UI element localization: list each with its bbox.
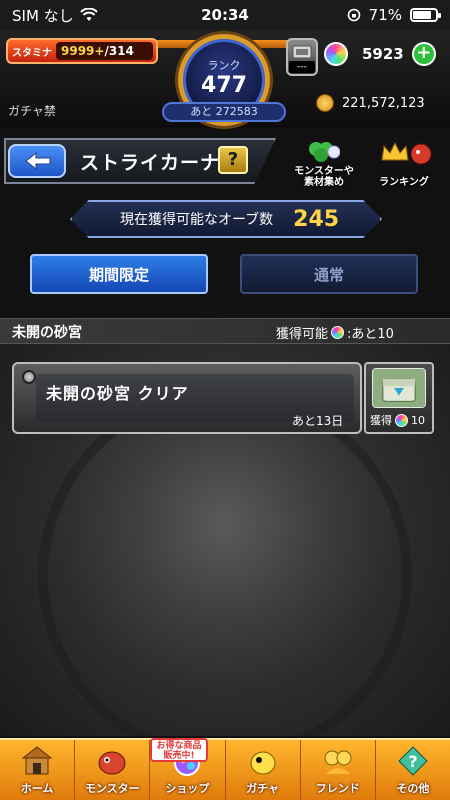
collect-monsters-button[interactable]: モンスターや 素材集め	[290, 140, 358, 188]
nav-monster-label: モンスター	[84, 782, 140, 795]
nav-home[interactable]: ホーム	[0, 740, 76, 800]
treasure-box-icon	[372, 368, 426, 408]
rank-value: 477	[201, 73, 247, 98]
availability-prefix: 獲得可能	[276, 327, 329, 342]
gacha-ban-label: ガチャ禁	[8, 104, 56, 118]
tab-limited-time[interactable]: 期間限定	[30, 254, 208, 294]
crown-icon	[381, 141, 409, 161]
battery-icon	[410, 8, 441, 22]
nav-gacha-label: ガチャ	[246, 782, 280, 795]
quest-title: 未開の砂宮 クリア	[46, 384, 189, 403]
availability-suffix: :あと10	[347, 327, 394, 342]
nav-other-label: その他	[396, 782, 430, 795]
tab-normal[interactable]: 通常	[240, 254, 418, 294]
nav-shop-label: ショップ	[165, 782, 210, 795]
nav-friend-label: フレンド	[315, 782, 360, 795]
top-hud: スタミナ 9999+ /314 ランク 477 あと 272583 ガチャ禁 -…	[0, 30, 450, 128]
nav-monster[interactable]: モンスター	[75, 740, 151, 800]
back-arrow-icon	[25, 151, 51, 171]
item-box-icon[interactable]: ---	[286, 38, 318, 76]
help-button[interactable]: ?	[218, 146, 248, 174]
nav-friend[interactable]: フレンド	[301, 740, 376, 800]
home-icon	[21, 746, 53, 775]
stamina-current: 9999+	[61, 44, 105, 58]
nav-home-label: ホーム	[20, 782, 54, 795]
ranking-label: ランキング	[379, 177, 429, 188]
back-button[interactable]	[8, 144, 66, 178]
quest-reward: 獲得 10	[364, 362, 434, 434]
stamina-gauge[interactable]: スタミナ 9999+ /314	[6, 38, 158, 64]
clock: 20:34	[201, 6, 249, 24]
stamina-label: スタミナ	[12, 47, 52, 59]
nav-gacha[interactable]: ガチャ	[226, 740, 301, 800]
ranking-button[interactable]: ランキング	[368, 140, 440, 188]
coin-count: 221,572,123	[342, 95, 425, 111]
sale-badge: お得な商品 販売中!	[150, 738, 208, 762]
rank-label: ランク	[207, 59, 241, 72]
sale-badge-line2: 販売中!	[163, 751, 195, 761]
gacha-icon	[250, 751, 276, 775]
dungeon-header: 未開の砂宮 獲得可能 :あと10	[0, 318, 450, 344]
dungeon-availability: 獲得可能 :あと10	[276, 323, 394, 342]
orb-icon-small	[331, 326, 345, 339]
stamina-max: /314	[104, 44, 134, 58]
svg-text:?: ?	[408, 752, 417, 771]
item-box-tag: ---	[289, 61, 315, 73]
obtainable-orbs-panel: 現在獲得可能なオーブ数 245	[70, 200, 382, 238]
coin-display: 221,572,123	[316, 94, 425, 112]
sale-badge-line1: お得な商品	[156, 741, 202, 751]
buy-orbs-button[interactable]: +	[411, 42, 436, 66]
nav-other[interactable]: ? その他	[376, 740, 450, 800]
quest-remaining-time: あと13日	[292, 414, 344, 428]
reward-orb-icon	[395, 413, 408, 427]
reward-label: 獲得	[370, 414, 392, 427]
collect-label-line2: 素材集め	[304, 177, 344, 188]
obtainable-orbs-label: 現在獲得可能なオーブ数	[120, 212, 274, 228]
rank-next-exp: あと 272583	[162, 102, 286, 122]
obtainable-orbs-value: 245	[293, 206, 340, 232]
question-icon: ?	[398, 746, 428, 776]
emblem-ring	[38, 388, 412, 736]
page-title: ストライカーナビ	[80, 152, 241, 174]
dragon-icon	[410, 143, 432, 165]
quest-pin-icon	[22, 370, 36, 384]
bottom-navigation: ホーム モンスター ショップ ガチャ フレンド ? その他	[0, 738, 450, 800]
friend-icon	[324, 750, 352, 774]
status-bar: SIM なし 20:34 71%	[0, 0, 450, 30]
dungeon-name: 未開の砂宮	[12, 325, 82, 341]
reward-count: 10	[411, 413, 425, 427]
orb-icon	[324, 42, 348, 66]
quest-card[interactable]: 未開の砂宮 クリア あと13日	[12, 362, 362, 434]
orb-display: 5923 +	[324, 40, 444, 68]
orb-count: 5923	[362, 45, 404, 63]
collect-label-line1: モンスターや	[294, 166, 354, 177]
clover-icon	[309, 142, 340, 162]
monster-icon	[98, 751, 126, 775]
coin-icon	[316, 94, 334, 112]
